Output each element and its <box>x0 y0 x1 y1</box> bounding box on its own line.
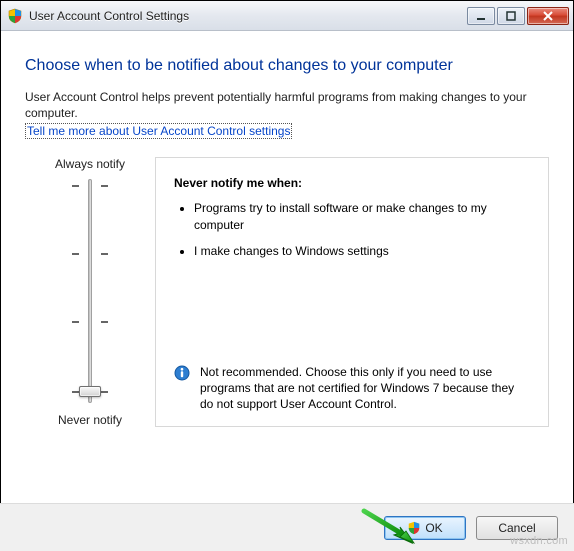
recommendation-text: Not recommended. Choose this only if you… <box>200 364 530 413</box>
ok-button[interactable]: OK <box>384 516 466 540</box>
slider-tick <box>72 321 79 323</box>
window-title: User Account Control Settings <box>29 9 467 23</box>
window-buttons <box>467 7 569 25</box>
info-icon <box>174 365 190 381</box>
shield-icon <box>7 8 23 24</box>
ok-button-label: OK <box>425 521 442 535</box>
panel-title: Never notify me when: <box>174 176 530 190</box>
slider-label-bottom: Never notify <box>58 413 122 427</box>
settings-row: Always notify Never notify Never notify … <box>25 157 549 427</box>
page-heading: Choose when to be notified about changes… <box>25 57 549 75</box>
maximize-button[interactable] <box>497 7 525 25</box>
slider-tick <box>101 185 108 187</box>
notification-panel: Never notify me when: Programs try to in… <box>155 157 549 427</box>
slider-tick <box>72 391 79 393</box>
shield-icon <box>407 521 421 535</box>
slider-column: Always notify Never notify <box>25 157 155 427</box>
minimize-button[interactable] <box>467 7 495 25</box>
slider-track <box>88 179 92 403</box>
slider-tick <box>72 253 79 255</box>
content-area: Choose when to be notified about changes… <box>1 31 573 427</box>
slider-tick <box>72 185 79 187</box>
slider-tick <box>101 391 108 393</box>
panel-bullet: Programs try to install software or make… <box>194 200 530 232</box>
slider-tick <box>101 321 108 323</box>
notification-slider[interactable] <box>60 179 120 403</box>
close-button[interactable] <box>527 7 569 25</box>
intro-text: User Account Control helps prevent poten… <box>25 89 549 121</box>
panel-bullet-list: Programs try to install software or make… <box>194 200 530 269</box>
titlebar: User Account Control Settings <box>1 1 573 31</box>
slider-label-top: Always notify <box>55 157 125 171</box>
learn-more-link[interactable]: Tell me more about User Account Control … <box>25 123 292 139</box>
panel-bullet: I make changes to Windows settings <box>194 243 530 259</box>
cancel-button-label: Cancel <box>498 521 535 535</box>
slider-thumb[interactable] <box>79 386 101 397</box>
slider-tick <box>101 253 108 255</box>
button-bar: OK Cancel <box>0 503 574 551</box>
cancel-button[interactable]: Cancel <box>476 516 558 540</box>
recommendation-row: Not recommended. Choose this only if you… <box>174 364 530 413</box>
